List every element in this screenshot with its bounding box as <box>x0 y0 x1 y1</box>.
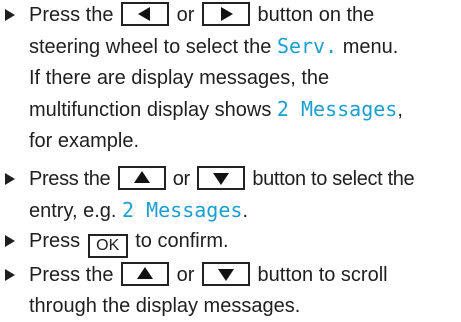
step-3-text: Press OK to confirm. <box>29 226 457 258</box>
step-4-line-1: Press the or button to scroll <box>29 260 457 291</box>
step-4-line-2: through the display messages. <box>29 291 457 322</box>
step-2-line-2: entry, e.g. 2 Messages. <box>29 195 457 227</box>
text-fragment: or <box>176 264 195 286</box>
down-arrow-key <box>197 166 246 190</box>
text-fragment: button to select the <box>252 168 415 190</box>
text-fragment: or <box>172 168 190 190</box>
text-fragment: multifunction display shows <box>29 99 272 121</box>
down-arrow-icon <box>217 269 234 281</box>
step-1-line-2: steering wheel to select the Serv. menu. <box>29 31 457 63</box>
ok-key: OK <box>87 234 128 258</box>
left-arrow-icon <box>138 7 151 21</box>
down-arrow-key <box>201 262 250 286</box>
text-fragment: button on the <box>257 4 375 26</box>
text-fragment: to confirm. <box>135 230 229 252</box>
text-fragment: Press the <box>29 4 114 26</box>
right-arrow-key <box>201 2 250 26</box>
step-4-text: Press the or button to scroll through th… <box>29 260 457 322</box>
messages-display-text: 2 Messages <box>122 198 243 222</box>
down-arrow-icon <box>213 173 230 185</box>
bullet-arrow-icon <box>5 269 15 281</box>
text-fragment: menu. <box>342 36 399 58</box>
step-1-text: Press the or button on the steering whee… <box>29 0 457 157</box>
step-1-line-1: Press the or button on the <box>29 0 457 31</box>
text-fragment: If there are display messages, the <box>29 67 330 89</box>
step-3-line-1: Press OK to confirm. <box>29 226 457 258</box>
step-2-text: Press the or button to select the entry,… <box>29 164 457 227</box>
up-arrow-icon <box>133 171 150 183</box>
step-1-line-3: If there are display messages, the <box>29 63 457 94</box>
text-fragment: steering wheel to select the <box>29 36 272 58</box>
left-arrow-key <box>121 2 170 26</box>
bullet-arrow-icon <box>5 173 15 185</box>
up-arrow-key <box>117 166 166 190</box>
step-2-line-1: Press the or button to select the <box>29 164 457 195</box>
up-arrow-icon <box>137 267 154 279</box>
text-fragment: for example. <box>29 130 140 152</box>
text-fragment: Press the <box>29 264 114 286</box>
messages-display-text: 2 Messages <box>276 97 398 121</box>
right-arrow-icon <box>220 7 233 21</box>
instructions-page: Press the or button on the steering whee… <box>0 0 461 322</box>
text-fragment: button to scroll <box>257 264 388 286</box>
step-1-line-5: for example. <box>29 126 457 157</box>
text-fragment: through the display messages. <box>29 295 301 317</box>
bullet-arrow-icon <box>5 9 15 21</box>
text-fragment: , <box>397 99 403 121</box>
text-fragment: Press the <box>29 168 111 190</box>
bullet-arrow-icon <box>5 235 15 247</box>
serv-menu-display-text: Serv. <box>276 34 338 58</box>
text-fragment: or <box>176 4 195 26</box>
step-1-line-4: multifunction display shows 2 Messages, <box>29 94 457 126</box>
up-arrow-key <box>121 262 170 286</box>
text-fragment: . <box>242 200 248 222</box>
text-fragment: Press <box>29 230 81 252</box>
text-fragment: entry, e.g. <box>29 200 117 222</box>
